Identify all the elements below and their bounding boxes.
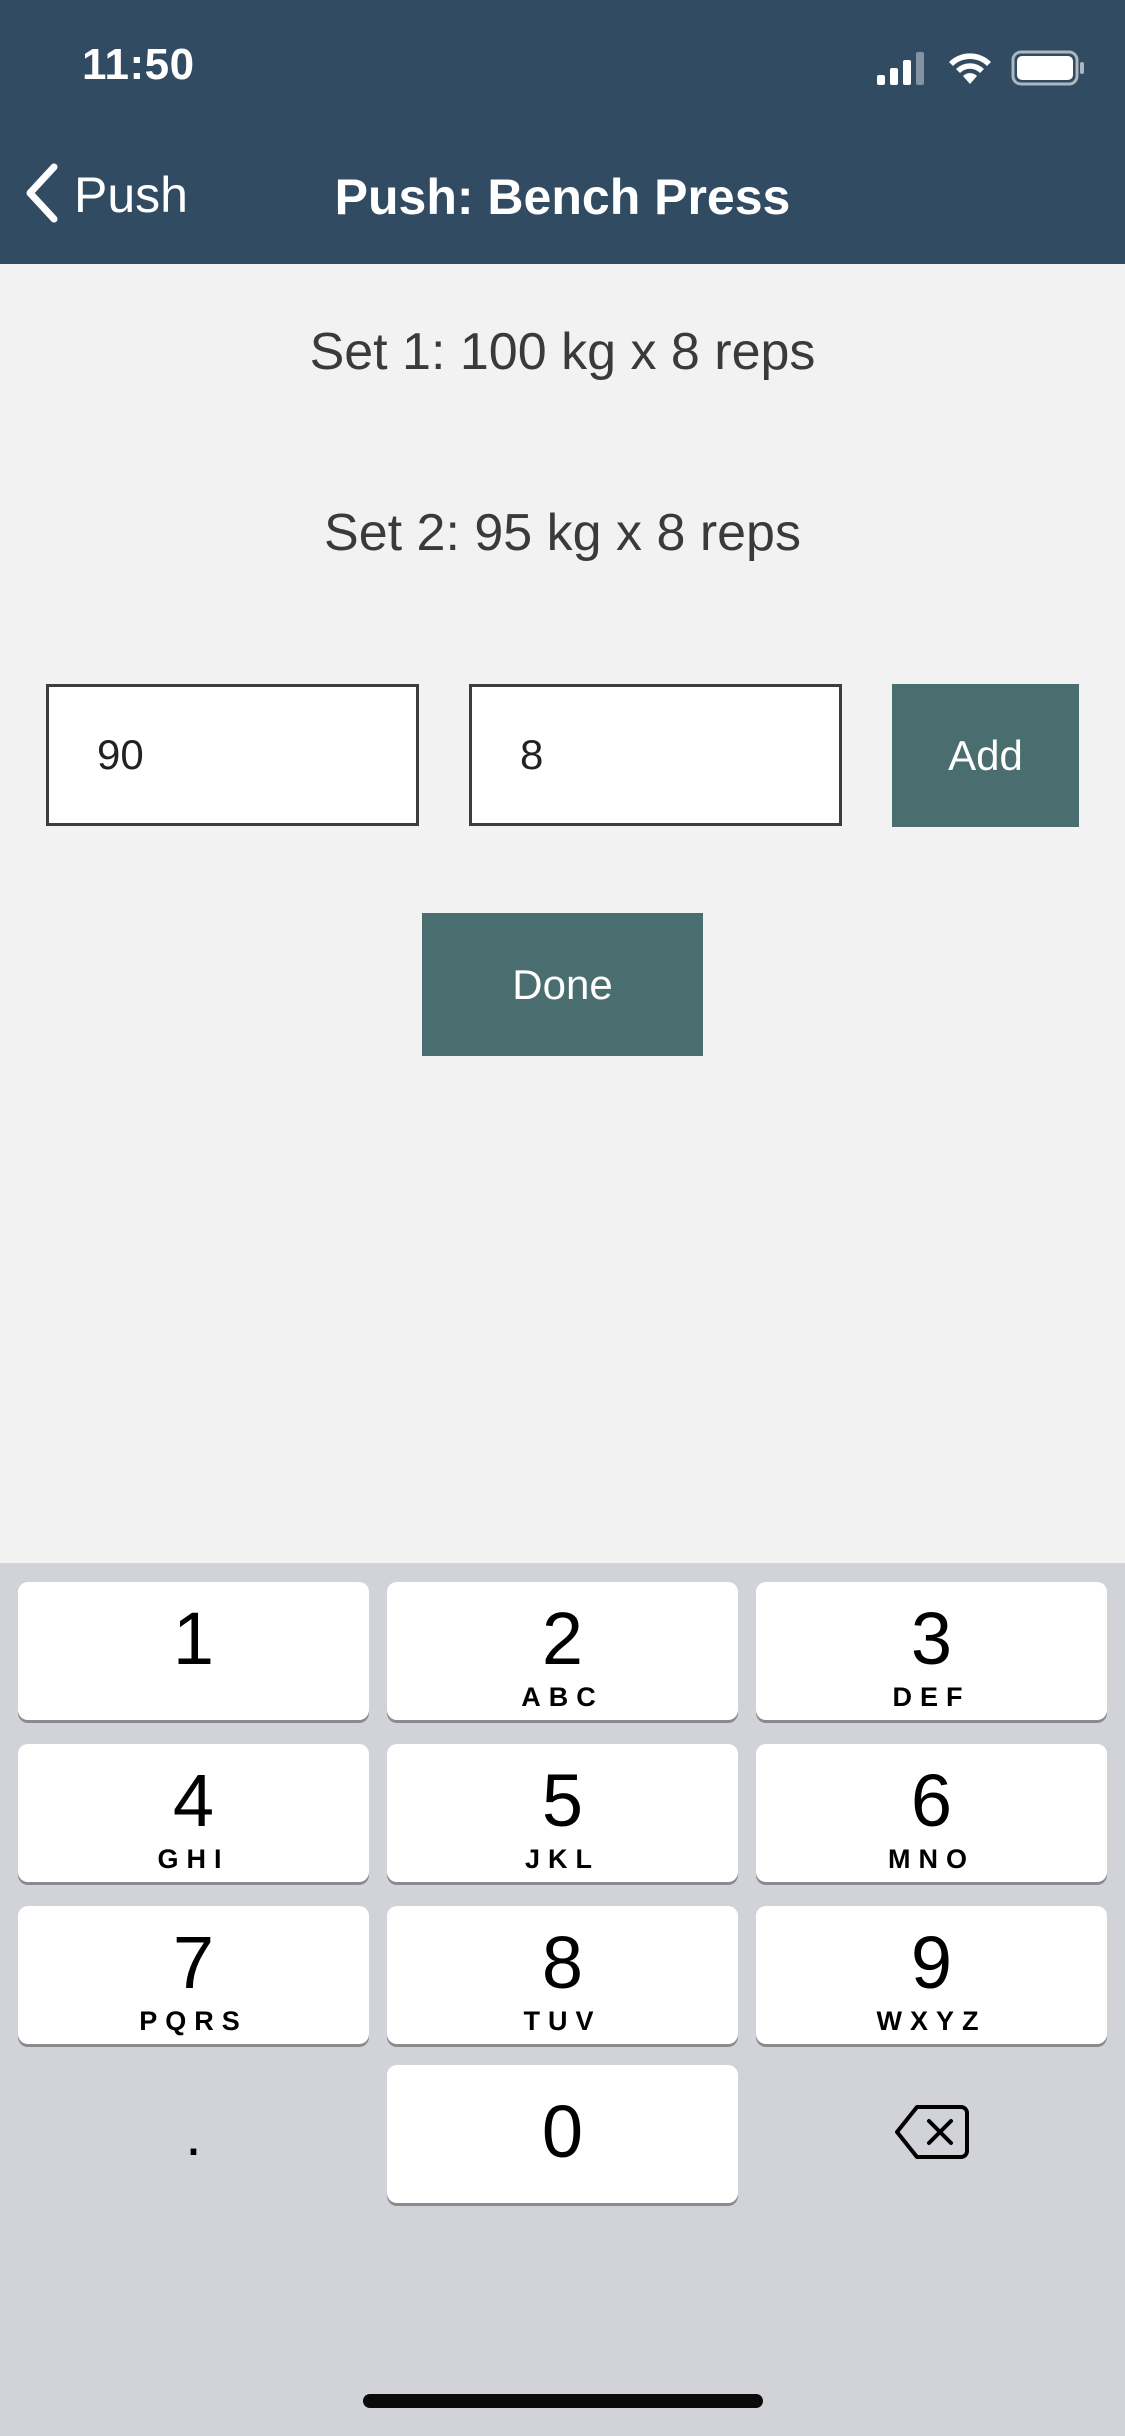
signal-icon	[877, 51, 929, 90]
key-2[interactable]: 2 ABC	[387, 1582, 738, 1720]
app-screen: 11:50 Push Push: Bench Press Set 1: 100 …	[0, 0, 1125, 2436]
key-digit: 9	[910, 1921, 953, 2004]
key-4[interactable]: 4 GHI	[18, 1744, 369, 1882]
reps-input[interactable]	[469, 684, 842, 826]
key-digit: 4	[172, 1759, 215, 1842]
status-time: 11:50	[82, 40, 195, 89]
numeric-keyboard: 1 2 ABC 3 DEF 4 GHI 5 JKL 6 MNO 7 PQRS 8…	[0, 1563, 1125, 2436]
key-letters: TUV	[523, 2006, 602, 2036]
key-letters: MNO	[888, 1844, 975, 1874]
key-letters: ABC	[521, 1682, 604, 1712]
home-indicator[interactable]	[363, 2394, 763, 2408]
battery-icon	[1011, 50, 1085, 91]
key-3[interactable]: 3 DEF	[756, 1582, 1107, 1720]
key-digit: 0	[541, 2090, 584, 2173]
key-letters: PQRS	[139, 2006, 248, 2036]
key-digit: 7	[172, 1921, 215, 2004]
key-letters: GHI	[157, 1844, 230, 1874]
key-5[interactable]: 5 JKL	[387, 1744, 738, 1882]
weight-input[interactable]	[46, 684, 419, 826]
key-digit: 3	[910, 1597, 953, 1680]
key-7[interactable]: 7 PQRS	[18, 1906, 369, 2044]
set-entry-1: Set 1: 100 kg x 8 reps	[309, 323, 816, 381]
status-icons	[877, 48, 1085, 92]
key-digit: 8	[541, 1921, 584, 2004]
done-button[interactable]: Done	[422, 913, 703, 1056]
header: 11:50 Push Push: Bench Press	[0, 0, 1125, 264]
backspace-icon	[894, 2103, 969, 2166]
set-entry-2: Set 2: 95 kg x 8 reps	[324, 504, 801, 562]
key-9[interactable]: 9 WXYZ	[756, 1906, 1107, 2044]
key-digit: 6	[910, 1759, 953, 1842]
key-digit: 2	[541, 1597, 584, 1680]
page-title: Push: Bench Press	[334, 169, 791, 225]
delete-key[interactable]	[756, 2065, 1107, 2203]
key-1[interactable]: 1	[18, 1582, 369, 1720]
key-digit: 5	[541, 1759, 584, 1842]
key-6[interactable]: 6 MNO	[756, 1744, 1107, 1882]
decimal-key[interactable]: .	[18, 2065, 369, 2203]
key-0[interactable]: 0	[387, 2065, 738, 2203]
key-letters: WXYZ	[876, 2006, 987, 2036]
key-digit: 1	[172, 1597, 215, 1680]
wifi-icon	[947, 51, 993, 90]
key-letters: JKL	[524, 1844, 600, 1874]
key-letters: DEF	[892, 1682, 971, 1712]
add-button[interactable]: Add	[892, 684, 1079, 827]
key-8[interactable]: 8 TUV	[387, 1906, 738, 2044]
